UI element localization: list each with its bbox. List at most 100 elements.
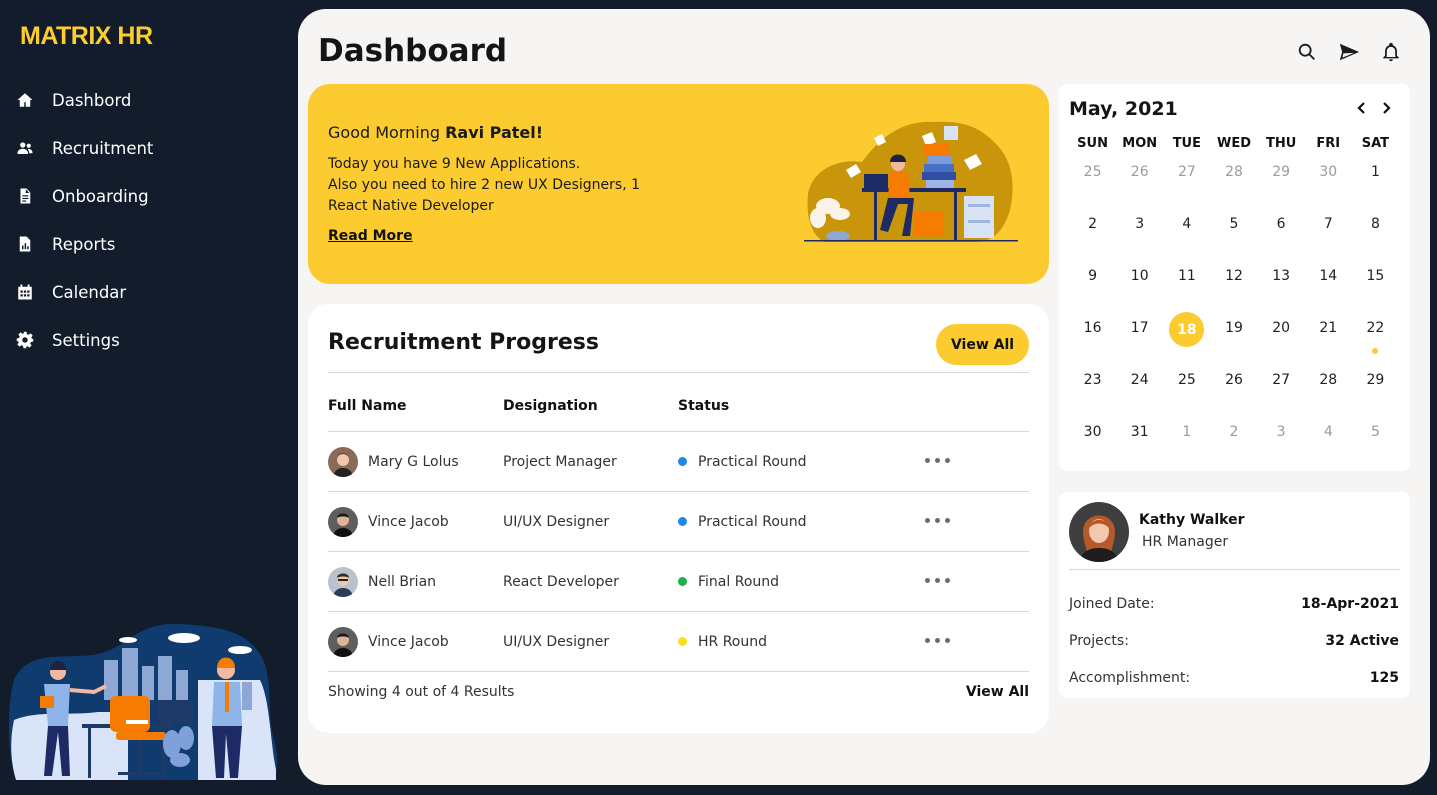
column-header-designation[interactable]: Designation (503, 398, 598, 414)
calendar-month-title: May, 2021 (1069, 98, 1178, 120)
send-icon[interactable] (1338, 41, 1360, 63)
search-icon[interactable] (1296, 41, 1318, 63)
calendar-day[interactable]: 30 (1069, 414, 1116, 466)
calendar-day[interactable]: 5 (1352, 414, 1399, 466)
table-row[interactable]: Vince Jacob UI/UX Designer HR Round (328, 612, 1029, 672)
calendar-day-number: 14 (1319, 268, 1338, 284)
column-header-name[interactable]: Full Name (328, 398, 407, 414)
calendar-day-number: 4 (1182, 216, 1192, 232)
status-label: Practical Round (698, 513, 807, 530)
calendar-day[interactable]: 8 (1352, 206, 1399, 258)
column-header-status[interactable]: Status (678, 398, 729, 414)
calendar-day-number: 30 (1083, 424, 1102, 440)
calendar-day[interactable]: 14 (1305, 258, 1352, 310)
table-row[interactable]: Vince Jacob UI/UX Designer Practical Rou… (328, 492, 1029, 552)
banner-message-line: Also you need to hire 2 new UX Designers… (328, 177, 641, 214)
calendar-day[interactable]: 25 (1163, 362, 1210, 414)
greeting-prefix: Good Morning (328, 123, 446, 142)
calendar-day[interactable]: 11 (1163, 258, 1210, 310)
calendar-day[interactable]: 12 (1210, 258, 1257, 310)
sidebar-item-dashboard[interactable]: Dashbord (0, 76, 298, 124)
more-options-icon[interactable] (925, 518, 950, 523)
calendar-day-number: 11 (1177, 268, 1196, 284)
calendar-week: 2 3 4 5 6 7 8 (1069, 206, 1399, 258)
calendar-day[interactable]: 6 (1258, 206, 1305, 258)
calendar-day[interactable]: 28 (1210, 154, 1257, 206)
calendar-day[interactable]: 15 (1352, 258, 1399, 310)
calendar-day[interactable]: 10 (1116, 258, 1163, 310)
user-name: Ravi Patel! (445, 123, 544, 142)
bell-icon[interactable] (1380, 41, 1402, 63)
calendar-day[interactable]: 26 (1116, 154, 1163, 206)
calendar-day[interactable]: 9 (1069, 258, 1116, 310)
table-row[interactable]: Nell Brian React Developer Final Round (328, 552, 1029, 612)
sidebar-item-reports[interactable]: Reports (0, 220, 298, 268)
more-options-icon[interactable] (925, 458, 950, 463)
calendar-day[interactable]: 21 (1305, 310, 1352, 362)
calendar-grid: SUN MON TUE WED THU FRI SAT 25 26 27 28 29 30 1 2 3 4 5 6… (1069, 134, 1399, 466)
calendar-day[interactable]: 16 (1069, 310, 1116, 362)
chevron-right-icon[interactable] (1380, 101, 1392, 115)
calendar-day[interactable]: 3 (1116, 206, 1163, 258)
calendar-day-number: 2 (1088, 216, 1098, 232)
weekday-header: SUN MON TUE WED THU FRI SAT (1069, 134, 1399, 154)
more-options-icon[interactable] (925, 578, 950, 583)
calendar-day[interactable]: 4 (1163, 206, 1210, 258)
view-all-button[interactable]: View All (936, 324, 1029, 365)
calendar-day[interactable]: 28 (1305, 362, 1352, 414)
table-row[interactable]: Mary G Lolus Project Manager Practical R… (328, 432, 1029, 492)
calendar-day[interactable]: 2 (1069, 206, 1116, 258)
calendar-day[interactable]: 1 (1352, 154, 1399, 206)
calendar-day[interactable]: 17 (1116, 310, 1163, 362)
calendar-day[interactable]: 27 (1258, 362, 1305, 414)
calendar-nav (1356, 101, 1392, 115)
calendar-day[interactable]: 2 (1210, 414, 1257, 466)
calendar-day-number: 9 (1088, 268, 1098, 284)
status-dot (678, 577, 687, 586)
avatar (1069, 502, 1129, 562)
calendar-day[interactable]: 25 (1069, 154, 1116, 206)
calendar-week: 16 17 18 19 20 21 22 (1069, 310, 1399, 362)
sidebar-item-settings[interactable]: Settings (0, 316, 298, 364)
sidebar-item-calendar[interactable]: Calendar (0, 268, 298, 316)
calendar-day[interactable]: 19 (1210, 310, 1257, 362)
weekday-label: WED (1216, 136, 1251, 151)
sidebar-item-onboarding[interactable]: Onboarding (0, 172, 298, 220)
sidebar-item-recruitment[interactable]: Recruitment (0, 124, 298, 172)
calendar-day[interactable]: 20 (1258, 310, 1305, 362)
busy-worker-illustration (804, 121, 1018, 242)
chevron-left-icon[interactable] (1356, 101, 1368, 115)
profile-field-accomplishment: Accomplishment: 125 (1069, 670, 1399, 686)
candidate-name: Vince Jacob (368, 633, 449, 650)
calendar-day[interactable]: 24 (1116, 362, 1163, 414)
app-logo[interactable]: MATRIX HR (20, 22, 153, 51)
calendar-day[interactable]: 3 (1258, 414, 1305, 466)
gear-icon (16, 331, 34, 349)
calendar-day[interactable]: 23 (1069, 362, 1116, 414)
calendar-day[interactable]: 26 (1210, 362, 1257, 414)
weekday-label: SAT (1361, 136, 1390, 151)
weekday-label: SUN (1077, 136, 1108, 151)
calendar-day[interactable]: 22 (1352, 310, 1399, 362)
read-more-link[interactable]: Read More (328, 228, 413, 244)
calendar-day[interactable]: 4 (1305, 414, 1352, 466)
calendar-day-selected[interactable]: 18 (1163, 310, 1210, 362)
sidebar: MATRIX HR Dashbord Recruitment Onboardin… (0, 0, 298, 795)
calendar-day-number: 21 (1319, 320, 1338, 336)
home-icon (16, 91, 34, 109)
calendar-day[interactable]: 5 (1210, 206, 1257, 258)
status-cell: Practical Round (678, 432, 807, 491)
calendar-day[interactable]: 30 (1305, 154, 1352, 206)
calendar-day[interactable]: 13 (1258, 258, 1305, 310)
more-options-icon[interactable] (925, 638, 950, 643)
calendar-day[interactable]: 1 (1163, 414, 1210, 466)
calendar-day[interactable]: 31 (1116, 414, 1163, 466)
calendar-day[interactable]: 7 (1305, 206, 1352, 258)
calendar-day-number: 22 (1366, 320, 1385, 336)
calendar-day[interactable]: 27 (1163, 154, 1210, 206)
calendar-day[interactable]: 29 (1258, 154, 1305, 206)
calendar-day-number: 25 (1177, 372, 1196, 388)
field-value: 125 (1369, 670, 1399, 686)
view-all-link[interactable]: View All (966, 684, 1029, 700)
calendar-day[interactable]: 29 (1352, 362, 1399, 414)
